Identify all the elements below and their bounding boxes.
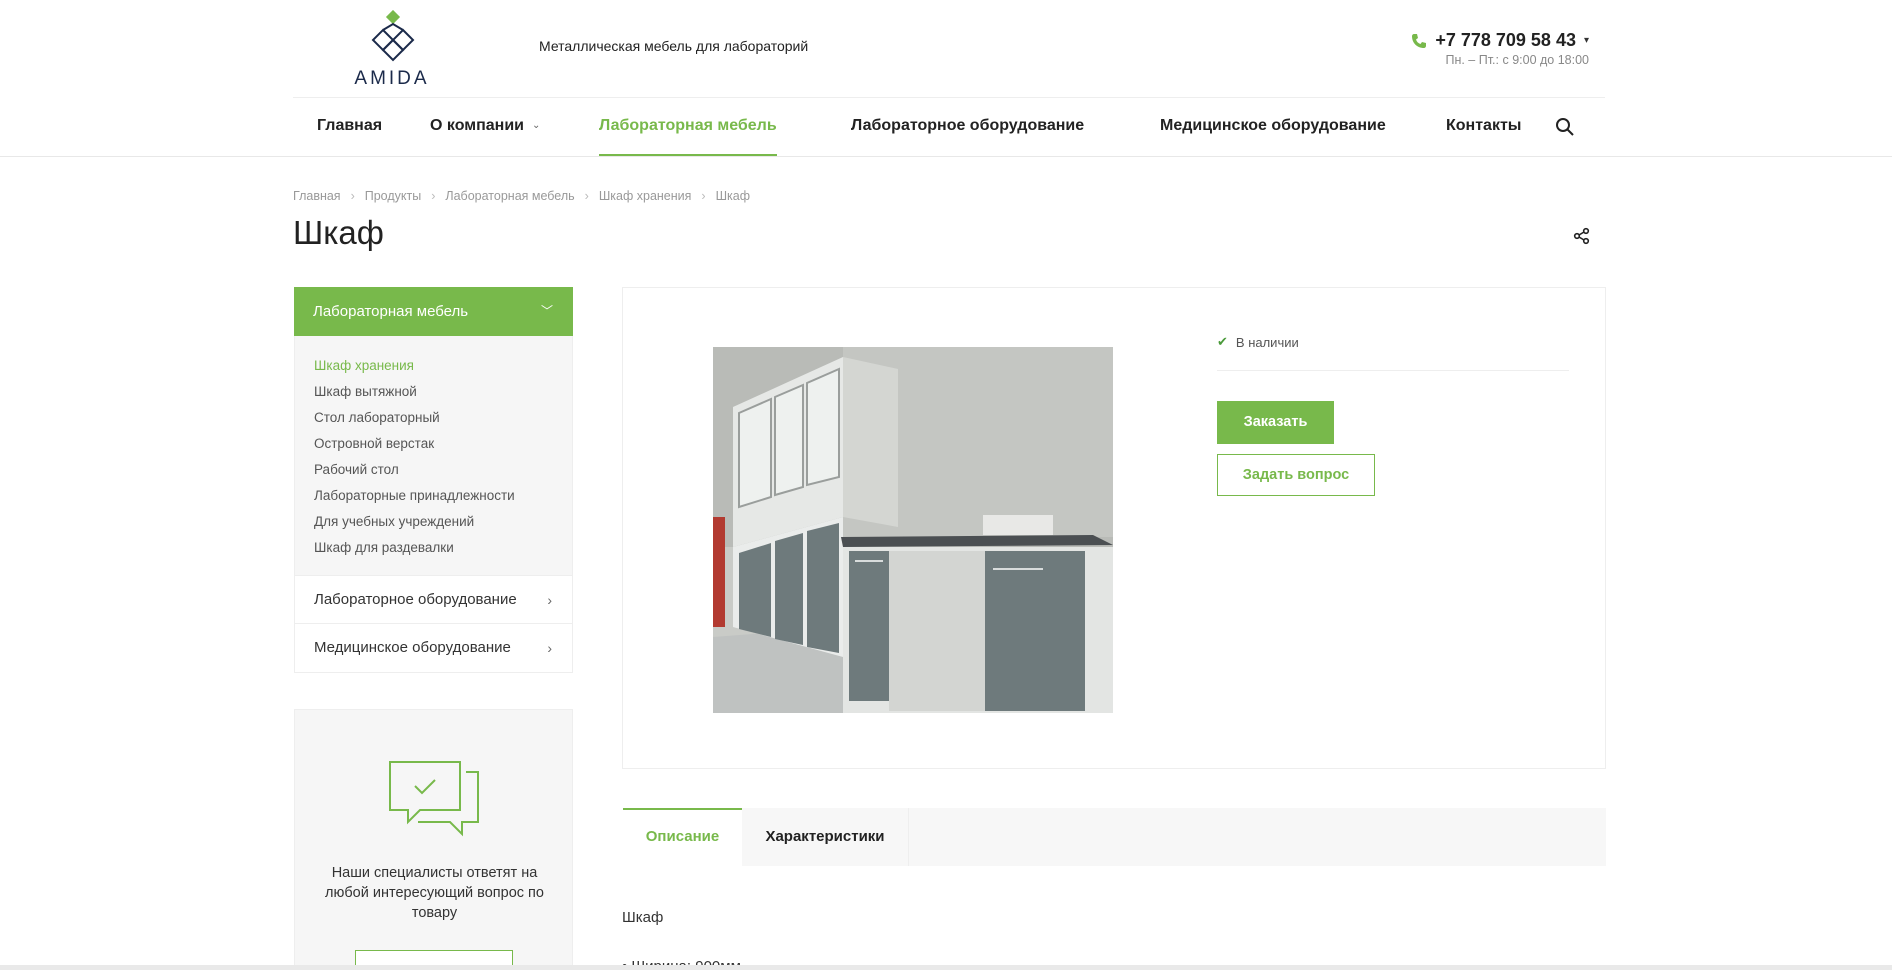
nav-label: Главная	[317, 117, 383, 134]
breadcrumb-separator-icon: ›	[431, 189, 436, 203]
search-icon[interactable]	[1555, 117, 1575, 137]
logo[interactable]: AMIDA	[347, 8, 437, 90]
breadcrumb-item[interactable]: Шкаф хранения	[599, 189, 692, 203]
share-icon[interactable]	[1573, 227, 1591, 245]
main-nav: Главная О компании ⌄ Лабораторная мебель …	[293, 98, 1605, 156]
sidebar-section-lab-equipment[interactable]: Лабораторное оборудование ›	[294, 575, 573, 624]
logo-text: AMIDA	[354, 68, 430, 89]
breadcrumb-current: Шкаф	[715, 189, 751, 203]
tagline: Металлическая мебель для лабораторий	[539, 38, 809, 54]
check-icon: ✔	[1217, 334, 1228, 349]
tab-specifications[interactable]: Характеристики	[742, 808, 909, 866]
sidebar-item-locker[interactable]: Шкаф для раздевалки	[314, 535, 553, 561]
breadcrumb-item[interactable]: Главная	[293, 189, 341, 203]
nav-item-about[interactable]: О компании ⌄	[430, 98, 540, 156]
sidebar-item-island-bench[interactable]: Островной верстак	[314, 431, 553, 457]
breadcrumb-separator-icon: ›	[701, 189, 706, 203]
nav-item-lab-furniture[interactable]: Лабораторная мебель	[599, 98, 777, 156]
sidebar-item-education[interactable]: Для учебных учреждений	[314, 509, 553, 535]
sidebar-item-lab-accessories[interactable]: Лабораторные принадлежности	[314, 483, 553, 509]
sidebar-section-label: Медицинское оборудование	[314, 639, 511, 656]
nav-label: Лабораторное оборудование	[851, 117, 1085, 134]
bottom-scrollbar[interactable]	[0, 965, 1892, 970]
stock-status: ✔ В наличии	[1217, 334, 1299, 350]
divider	[1217, 370, 1569, 371]
page-title: Шкаф	[293, 214, 384, 251]
sidebar-item-storage-cabinet[interactable]: Шкаф хранения	[314, 353, 553, 379]
phone-number[interactable]: +7 778 709 58 43 ▾	[1411, 30, 1589, 51]
product-image[interactable]	[713, 347, 1113, 713]
breadcrumb-separator-icon: ›	[350, 189, 355, 203]
sidebar-section-label: Лабораторная мебель	[313, 303, 469, 320]
chevron-down-icon[interactable]: ▾	[1584, 35, 1589, 46]
phone-text: +7 778 709 58 43	[1435, 30, 1576, 50]
chevron-right-icon: ›	[547, 640, 552, 656]
chevron-down-icon: ⌄	[531, 120, 541, 131]
nav-label: Контакты	[1446, 117, 1522, 134]
nav-label: О компании	[430, 117, 524, 135]
sidebar-submenu: Шкаф хранения Шкаф вытяжной Стол лаборат…	[294, 336, 573, 575]
order-button[interactable]: Заказать	[1217, 401, 1334, 444]
chat-check-icon	[389, 761, 479, 837]
product-card: ✔ В наличии Заказать Задать вопрос	[622, 287, 1606, 769]
description-title: Шкаф	[622, 909, 664, 926]
sidebar-section-label: Лабораторное оборудование	[314, 591, 517, 608]
contact-block: +7 778 709 58 43 ▾ Пн. – Пт.: с 9:00 до …	[1411, 30, 1589, 67]
ask-question-button[interactable]: Задать вопрос	[1217, 454, 1375, 496]
nav-label: Медицинское оборудование	[1160, 117, 1386, 134]
chevron-right-icon: ›	[547, 592, 552, 608]
breadcrumb-separator-icon: ›	[584, 189, 589, 203]
phone-icon	[1412, 33, 1427, 48]
help-box: Наши специалисты ответят на любой интере…	[294, 709, 573, 970]
sidebar-item-fume-hood[interactable]: Шкаф вытяжной	[314, 379, 553, 405]
breadcrumb-item[interactable]: Лабораторная мебель	[445, 189, 574, 203]
stock-status-text: В наличии	[1235, 334, 1299, 350]
sidebar: Лабораторная мебель ﹀ Шкаф хранения Шкаф…	[294, 287, 573, 673]
help-text: Наши специалисты ответят на любой интере…	[325, 865, 544, 921]
breadcrumb: Главная › Продукты › Лабораторная мебель…	[293, 189, 750, 203]
nav-label: Лабораторная мебель	[599, 117, 777, 134]
working-hours: Пн. – Пт.: с 9:00 до 18:00	[1445, 53, 1589, 67]
nav-item-lab-equipment[interactable]: Лабораторное оборудование	[851, 98, 1084, 156]
tab-description[interactable]: Описание	[623, 808, 742, 866]
sidebar-item-lab-table[interactable]: Стол лабораторный	[314, 405, 553, 431]
nav-item-home[interactable]: Главная	[317, 98, 382, 156]
sidebar-section-lab-furniture[interactable]: Лабораторная мебель ﹀	[294, 287, 573, 336]
product-tabs: Описание Характеристики	[623, 808, 1606, 866]
chevron-down-icon: ﹀	[540, 304, 553, 318]
nav-divider	[0, 156, 1892, 157]
nav-item-contacts[interactable]: Контакты	[1446, 98, 1521, 156]
sidebar-item-work-table[interactable]: Рабочий стол	[314, 457, 553, 483]
sidebar-section-medical-equipment[interactable]: Медицинское оборудование ›	[294, 624, 573, 673]
logo-mark-icon	[371, 10, 415, 62]
header: AMIDA Металлическая мебель для лаборатор…	[293, 0, 1605, 98]
breadcrumb-item[interactable]: Продукты	[365, 189, 421, 203]
nav-item-medical-equipment[interactable]: Медицинское оборудование	[1160, 98, 1386, 156]
